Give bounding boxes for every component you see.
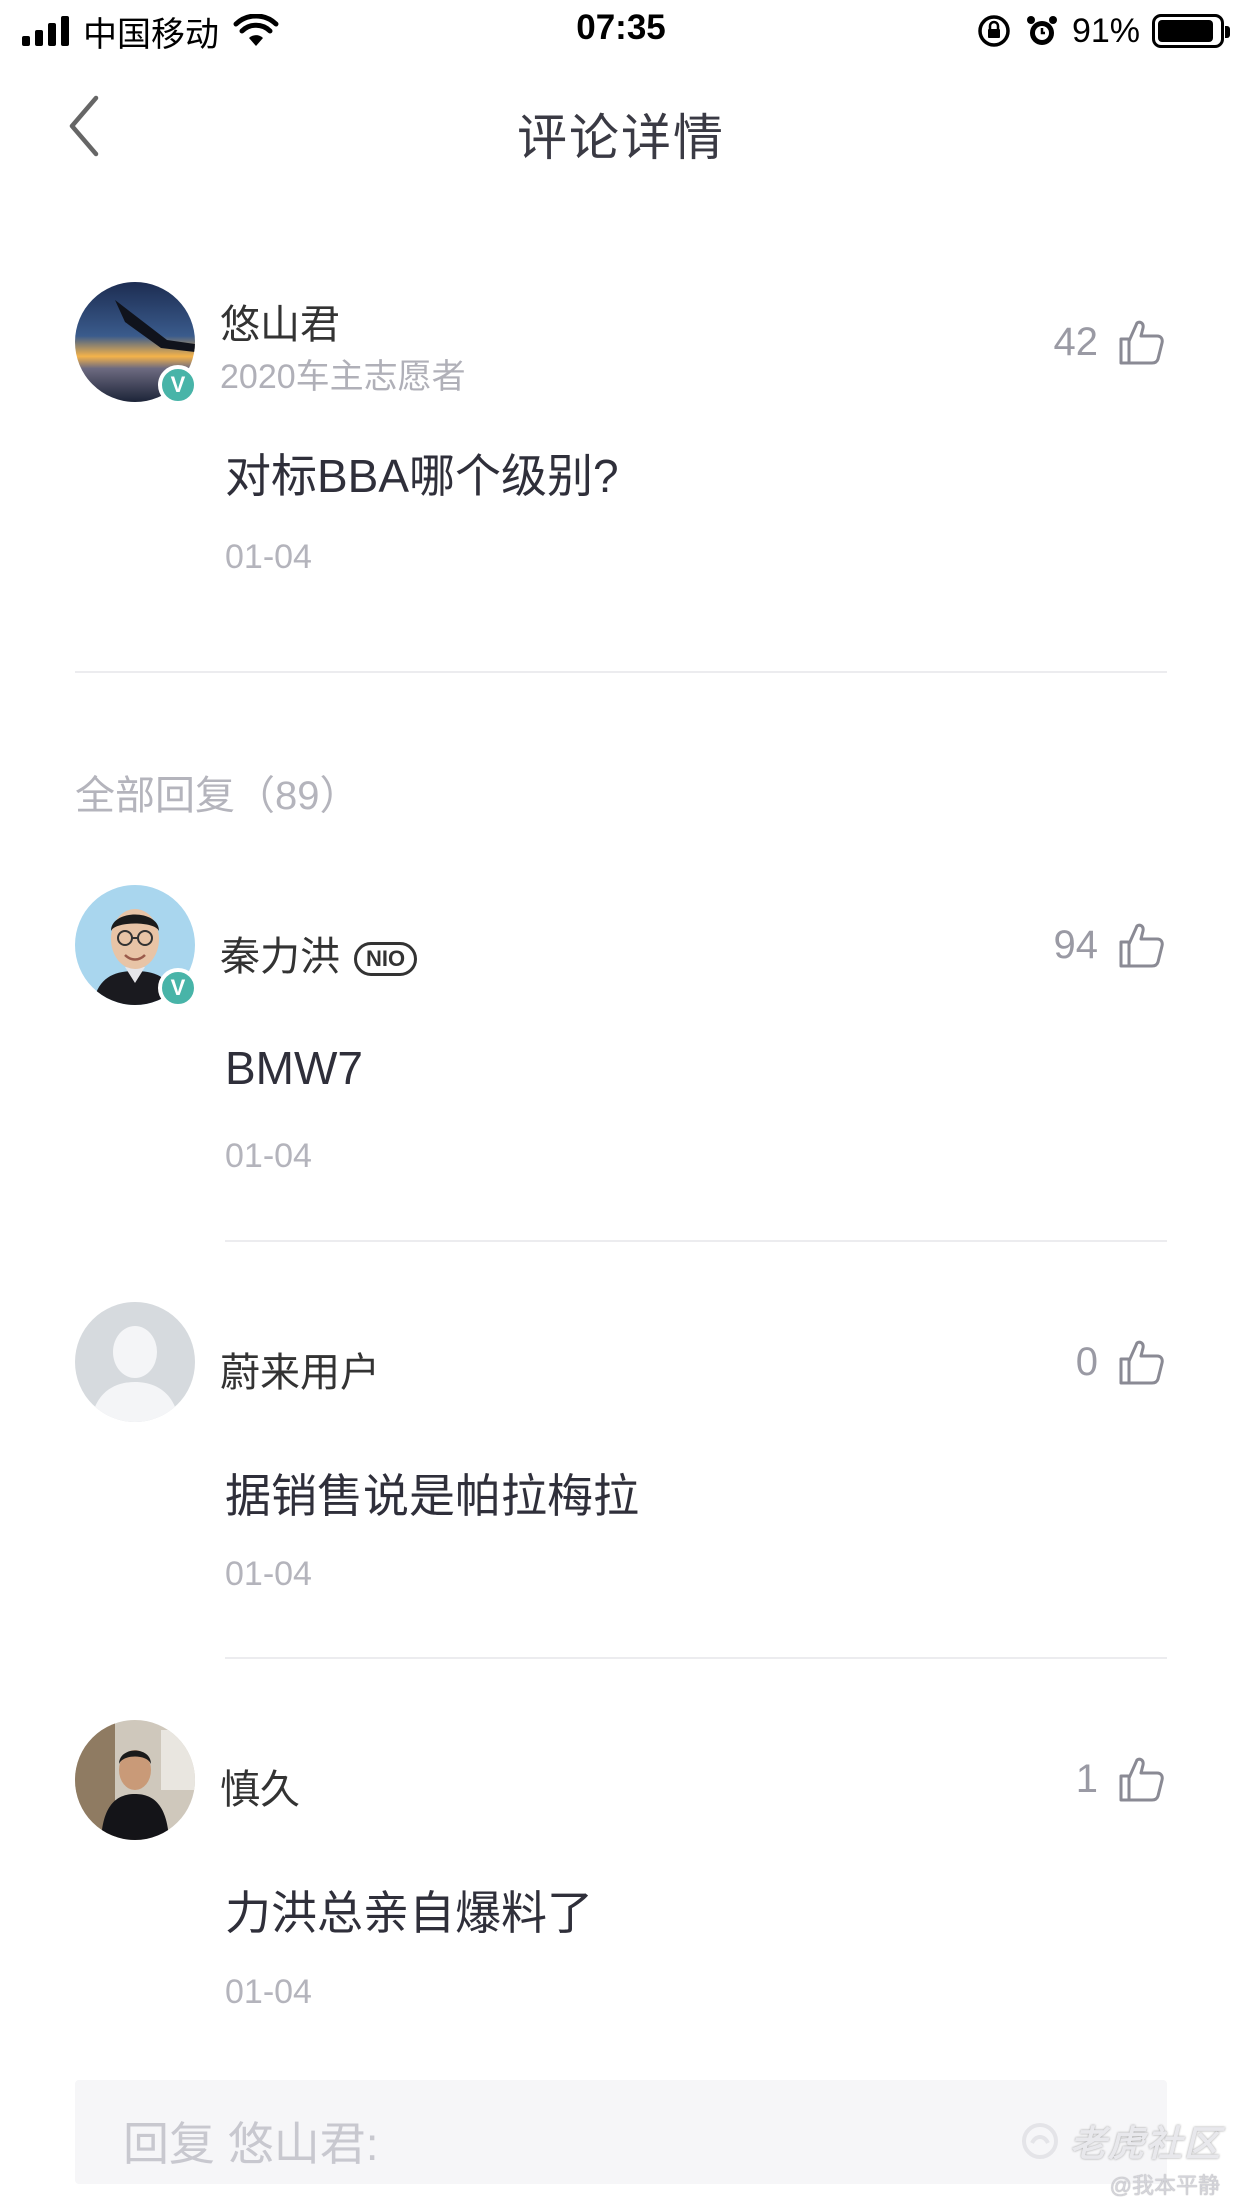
comment-date: 01-04 bbox=[225, 1973, 312, 2011]
nav-bar: 评论详情 bbox=[0, 62, 1242, 192]
verified-badge-icon: V bbox=[158, 365, 198, 405]
verified-badge-icon: V bbox=[158, 968, 198, 1008]
username-text: 秦力洪 bbox=[220, 935, 340, 979]
like-count: 0 bbox=[1075, 1339, 1098, 1384]
avatar[interactable]: V bbox=[75, 885, 198, 1008]
username[interactable]: 悠山君 bbox=[220, 292, 340, 350]
status-right: 91% bbox=[976, 8, 1230, 54]
like-button[interactable]: 94 bbox=[1054, 915, 1167, 975]
like-count: 42 bbox=[1053, 319, 1099, 364]
battery-icon bbox=[1152, 14, 1230, 48]
like-button[interactable]: 0 bbox=[1076, 1332, 1166, 1392]
comment-date: 01-04 bbox=[225, 538, 312, 576]
avatar[interactable] bbox=[75, 1302, 195, 1422]
comment-text: 对标BBA哪个级别? bbox=[225, 450, 619, 502]
thumbs-up-icon bbox=[1119, 1757, 1164, 1802]
like-button[interactable]: 42 bbox=[1054, 312, 1167, 372]
comment-text: 力洪总亲自爆料了 bbox=[225, 1887, 593, 1939]
page-title: 评论详情 bbox=[517, 110, 725, 166]
replies-header: 全部回复（89） bbox=[75, 774, 360, 818]
watermark-logo-text: 老虎社区 bbox=[1069, 2123, 1222, 2164]
comment-date: 01-04 bbox=[225, 1555, 312, 1593]
divider bbox=[225, 1240, 1167, 1242]
orientation-lock-icon bbox=[978, 15, 1010, 47]
avatar-person-photo-image bbox=[75, 1720, 195, 1840]
thumbs-up-icon bbox=[1119, 1340, 1164, 1385]
thumbs-up-icon bbox=[1119, 320, 1164, 365]
thumbs-up-icon bbox=[1119, 923, 1164, 968]
divider bbox=[75, 671, 1167, 673]
comment-text: 据销售说是帕拉梅拉 bbox=[225, 1470, 639, 1522]
reply-input-placeholder: 回复 悠山君: bbox=[123, 2118, 379, 2170]
watermark-handle: @我本平静 bbox=[1109, 2173, 1220, 2198]
user-tag: 2020车主志愿者 bbox=[220, 358, 466, 396]
like-button[interactable]: 1 bbox=[1076, 1749, 1166, 1809]
avatar[interactable]: V bbox=[75, 282, 198, 405]
status-bar: 中国移动 07:35 91% bbox=[0, 0, 1242, 62]
like-count: 94 bbox=[1053, 922, 1099, 967]
avatar[interactable] bbox=[75, 1720, 195, 1840]
username[interactable]: 慎久 bbox=[220, 1757, 300, 1815]
nio-badge-icon: NIO bbox=[354, 942, 418, 977]
username[interactable]: 蔚来用户 bbox=[220, 1340, 380, 1398]
watermark-logo: 老虎社区 bbox=[1020, 2115, 1222, 2167]
battery-percent: 91% bbox=[1071, 11, 1140, 50]
like-count: 1 bbox=[1075, 1756, 1098, 1801]
comment-text: BMW7 bbox=[225, 1042, 363, 1094]
divider bbox=[225, 1657, 1167, 1659]
tiger-community-logo-icon bbox=[1021, 2123, 1058, 2159]
default-avatar-image bbox=[75, 1302, 195, 1422]
username[interactable]: 秦力洪 NIO bbox=[220, 924, 418, 982]
reply-input[interactable]: 回复 悠山君: bbox=[75, 2080, 1167, 2184]
alarm-icon bbox=[1026, 16, 1057, 45]
comment-date: 01-04 bbox=[225, 1137, 312, 1175]
